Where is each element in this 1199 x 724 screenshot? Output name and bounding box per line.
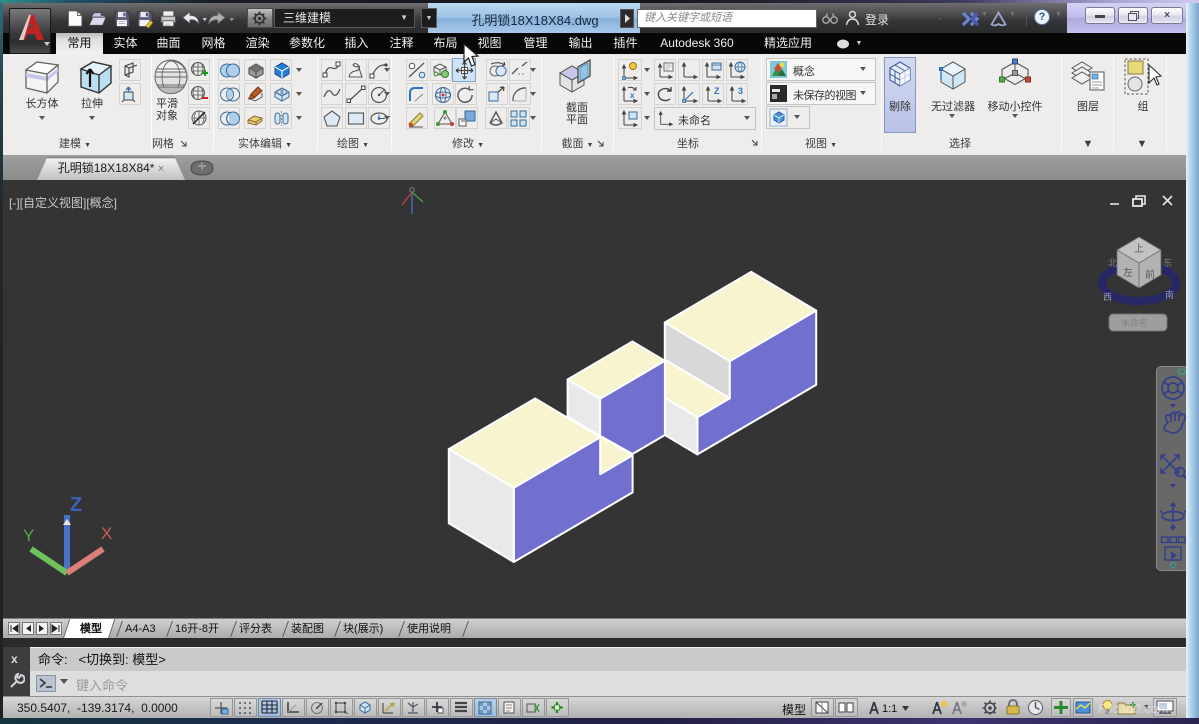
svg-text:x: x bbox=[630, 91, 635, 100]
svg-text:左: 左 bbox=[1123, 266, 1133, 279]
svg-text:前: 前 bbox=[1145, 268, 1155, 281]
svg-text:Z: Z bbox=[70, 494, 82, 516]
svg-text:Z: Z bbox=[714, 86, 720, 96]
svg-text:X: X bbox=[101, 524, 112, 543]
svg-text:南: 南 bbox=[1165, 289, 1174, 300]
svg-text:3: 3 bbox=[738, 86, 743, 96]
svg-text:未命名: 未命名 bbox=[1121, 317, 1148, 328]
svg-text:Y: Y bbox=[23, 526, 34, 545]
svg-text:西: 西 bbox=[1103, 292, 1112, 302]
svg-text:1:1: 1:1 bbox=[882, 703, 897, 715]
svg-text:上: 上 bbox=[1134, 243, 1144, 255]
svg-text:东: 东 bbox=[1163, 257, 1172, 268]
svg-text:北: 北 bbox=[1108, 258, 1117, 268]
